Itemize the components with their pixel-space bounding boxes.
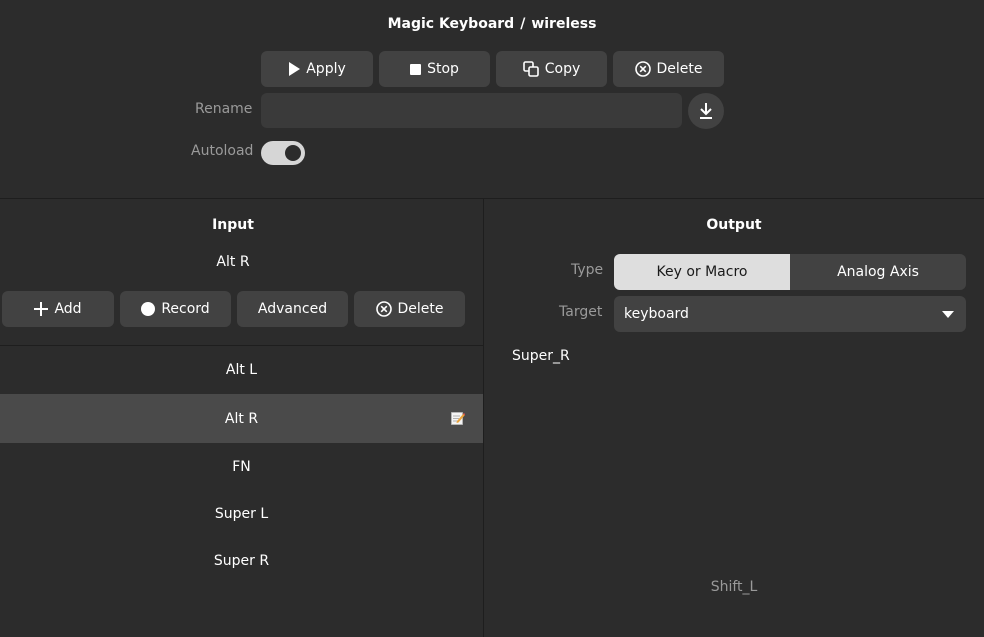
header-divider — [0, 198, 984, 199]
type-analog-axis-option[interactable]: Analog Axis — [790, 254, 966, 290]
type-option-label: Analog Axis — [837, 264, 919, 280]
list-item[interactable]: FN — [0, 443, 483, 491]
autocomplete-suggestion[interactable]: Shift_L — [484, 579, 984, 595]
copy-button[interactable]: Copy — [496, 51, 607, 87]
stop-button[interactable]: Stop — [379, 51, 490, 87]
list-item-label: Alt R — [224, 410, 259, 427]
delete-circle-icon — [634, 61, 651, 77]
stop-label: Stop — [427, 61, 459, 77]
record-button[interactable]: Record — [120, 291, 231, 327]
rename-label: Rename — [195, 101, 253, 117]
list-item-label: Super R — [213, 553, 270, 569]
copy-icon — [522, 61, 539, 77]
panel-divider — [483, 199, 484, 637]
edit-icon[interactable] — [451, 411, 465, 425]
output-editor-text: Super_R — [512, 348, 570, 364]
preset-name: wireless — [531, 16, 597, 32]
add-button[interactable]: Add — [2, 291, 114, 327]
play-icon — [289, 62, 301, 76]
list-item-label: FN — [232, 459, 251, 475]
target-dropdown[interactable]: keyboard — [614, 296, 966, 332]
current-input-combo: Alt R — [216, 254, 250, 270]
delete-preset-label: Delete — [656, 61, 703, 77]
toggle-knob — [285, 145, 301, 161]
list-item[interactable]: Super R — [0, 537, 483, 585]
copy-label: Copy — [544, 61, 581, 77]
type-option-label: Key or Macro — [656, 264, 748, 280]
delete-circle-icon — [375, 301, 392, 317]
delete-preset-button[interactable]: Delete — [613, 51, 724, 87]
device-name: Magic Keyboard — [387, 16, 515, 32]
record-icon — [141, 302, 156, 316]
list-item-label: Alt L — [225, 362, 258, 378]
input-title: Input — [212, 217, 254, 233]
output-title: Output — [706, 217, 762, 233]
window-title: Magic Keyboard / wireless — [0, 14, 984, 34]
list-item-selected[interactable]: Alt R — [0, 394, 483, 443]
list-item-label: Super L — [214, 506, 269, 522]
add-label: Add — [54, 301, 82, 317]
type-label: Type — [571, 262, 604, 278]
apply-label: Apply — [306, 61, 346, 77]
delete-mapping-button[interactable]: Delete — [354, 291, 465, 327]
plus-icon — [34, 302, 49, 316]
download-icon — [700, 103, 712, 119]
advanced-button[interactable]: Advanced — [237, 291, 348, 327]
save-rename-button[interactable] — [688, 93, 724, 129]
output-editor[interactable]: Super_R — [512, 348, 972, 568]
type-key-or-macro-option[interactable]: Key or Macro — [614, 254, 790, 290]
list-item[interactable]: Alt L — [0, 346, 483, 394]
delete-mapping-label: Delete — [397, 301, 444, 317]
autoload-toggle[interactable] — [261, 141, 305, 165]
advanced-label: Advanced — [257, 301, 328, 317]
chevron-down-icon — [942, 311, 954, 318]
list-item[interactable]: Super L — [0, 490, 483, 538]
stop-icon — [410, 63, 422, 75]
title-separator: / — [520, 16, 526, 32]
target-label: Target — [559, 304, 603, 320]
rename-input[interactable] — [261, 93, 682, 128]
record-label: Record — [161, 301, 210, 317]
apply-button[interactable]: Apply — [261, 51, 373, 87]
target-value: keyboard — [624, 306, 689, 322]
autoload-label: Autoload — [191, 143, 254, 159]
